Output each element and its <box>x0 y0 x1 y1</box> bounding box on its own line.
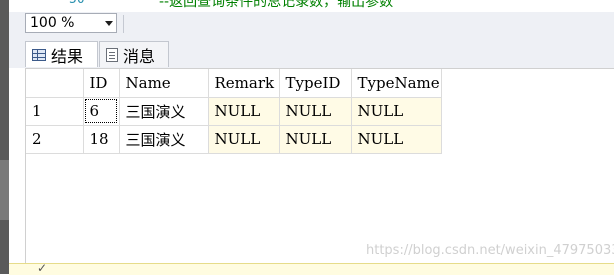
column-header-typename[interactable]: TypeName <box>351 69 442 98</box>
results-toolbar: 100 % <box>9 12 614 39</box>
cell-typename[interactable]: NULL <box>351 97 442 126</box>
grid-header-row: ID Name Remark TypeID TypeName <box>26 69 442 98</box>
column-header-id[interactable]: ID <box>83 69 120 98</box>
cell-id[interactable]: 6 <box>83 97 120 126</box>
cell-remark[interactable]: NULL <box>208 97 280 126</box>
cell-remark[interactable]: NULL <box>208 125 280 154</box>
column-header-typeid[interactable]: TypeID <box>279 69 352 98</box>
tab-results[interactable]: 结果 <box>25 41 98 67</box>
row-number-cell[interactable]: 2 <box>26 125 84 154</box>
zoom-value: 100 % <box>30 15 75 31</box>
column-header-remark[interactable]: Remark <box>208 69 280 98</box>
tab-messages-label: 消息 <box>123 46 156 66</box>
results-grid-pane[interactable]: ID Name Remark TypeID TypeName 1 6 三国演义 … <box>25 68 614 264</box>
document-icon <box>106 47 118 62</box>
status-strip: ✓ <box>9 261 614 275</box>
chevron-down-icon[interactable] <box>105 21 113 26</box>
status-glyph-icon: ✓ <box>37 261 48 275</box>
tab-results-label: 结果 <box>51 46 84 66</box>
row-number-cell[interactable]: 1 <box>26 97 84 126</box>
line-number: 50 <box>69 0 85 7</box>
zoom-select[interactable]: 100 % <box>25 13 117 33</box>
cell-typename[interactable]: NULL <box>351 125 442 154</box>
results-tabbar: 结果 消息 <box>9 38 614 68</box>
cell-typeid[interactable]: NULL <box>279 97 352 126</box>
code-comment: --返回查询条件的总记录数，输出参数 <box>159 0 394 10</box>
left-scroll-edge <box>0 0 9 274</box>
cell-name[interactable]: 三国演义 <box>119 125 209 154</box>
cell-name[interactable]: 三国演义 <box>119 97 209 126</box>
cell-id[interactable]: 18 <box>83 125 120 154</box>
results-grid: ID Name Remark TypeID TypeName 1 6 三国演义 … <box>26 69 442 154</box>
column-header-name[interactable]: Name <box>119 69 209 98</box>
grid-icon <box>32 48 46 61</box>
table-row: 2 18 三国演义 NULL NULL NULL <box>26 125 442 154</box>
watermark-text: https://blog.csdn.net/weixin_47975033 <box>366 243 614 258</box>
scroll-thumb[interactable] <box>0 160 9 220</box>
toolbar-divider <box>123 15 124 33</box>
tab-messages[interactable]: 消息 <box>99 41 169 67</box>
cell-typeid[interactable]: NULL <box>279 125 352 154</box>
table-row: 1 6 三国演义 NULL NULL NULL <box>26 97 442 126</box>
row-number-header[interactable] <box>26 69 84 98</box>
